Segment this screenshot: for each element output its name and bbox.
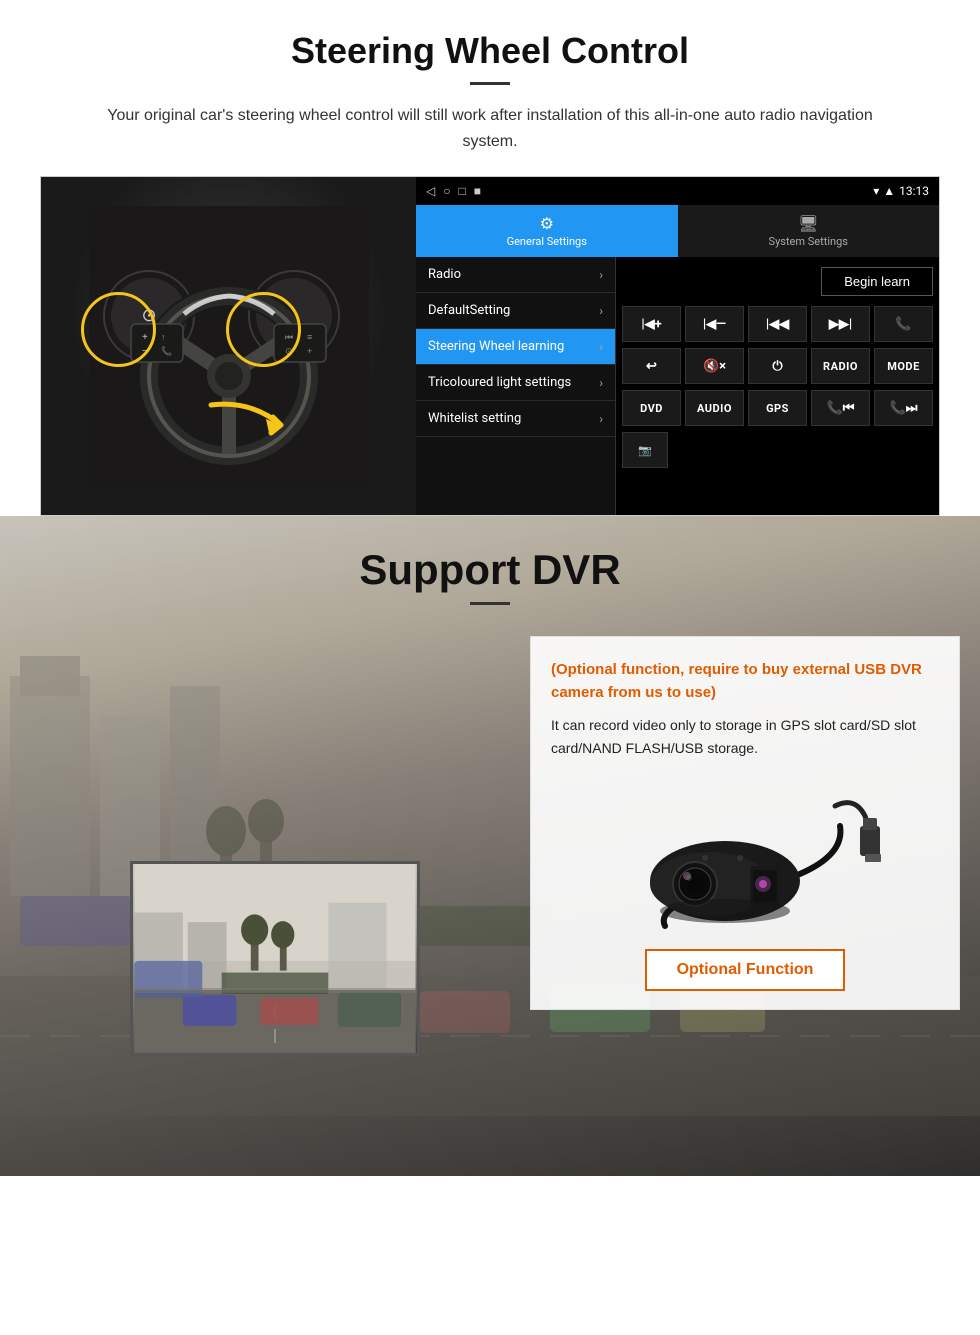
ctrl-prev[interactable]: |◀◀ [748, 306, 807, 342]
ctrl-phone[interactable]: 📞 [874, 306, 933, 342]
home-icon[interactable]: ○ [443, 184, 450, 198]
begin-learn-row: Begin learn [622, 263, 933, 300]
ctrl-power[interactable]: ⏻ [748, 348, 807, 384]
ctrl-next[interactable]: ▶▶| [811, 306, 870, 342]
menu-item-radio-label: Radio [428, 267, 461, 282]
menu-item-radio[interactable]: Radio › [416, 257, 615, 293]
menu-item-whitelist[interactable]: Whitelist setting › [416, 401, 615, 437]
content-area: Begin learn |◀+ |◀— |◀◀ ▶▶| 📞 ↩ 🔇× ⏻ [616, 257, 939, 515]
ctrl-radio[interactable]: RADIO [811, 348, 870, 384]
dvr-section: Support DVR (Optional function, require … [0, 516, 980, 1176]
highlight-circle-right [226, 292, 301, 367]
dvr-divider [470, 602, 510, 605]
dvr-preview-svg [133, 864, 417, 1053]
dvr-optional-button[interactable]: Optional Function [645, 949, 845, 991]
android-panel: ◁ ○ □ ■ ▾ ▲ 13:13 ⚙ General Settings [416, 177, 939, 515]
ctrl-mute[interactable]: 🔇× [685, 348, 744, 384]
dvr-camera-svg [595, 776, 895, 931]
arrow-yellow [201, 395, 301, 455]
steering-subtitle: Your original car's steering wheel contr… [80, 103, 900, 154]
svg-text:↑: ↑ [161, 332, 166, 342]
control-buttons-row2: ↩ 🔇× ⏻ RADIO MODE [622, 348, 933, 384]
dvr-description: It can record video only to storage in G… [551, 714, 939, 759]
control-buttons-row1: |◀+ |◀— |◀◀ ▶▶| 📞 [622, 306, 933, 342]
ctrl-vol-up[interactable]: |◀+ [622, 306, 681, 342]
steering-section: Steering Wheel Control Your original car… [0, 0, 980, 516]
ctrl-camera[interactable]: 📷 [622, 432, 668, 468]
wifi-icon: ▾ [873, 184, 879, 198]
tab-general[interactable]: ⚙ General Settings [416, 205, 678, 257]
steering-title: Steering Wheel Control [40, 30, 940, 72]
dvr-camera-image [551, 774, 939, 934]
status-time: 13:13 [899, 184, 929, 198]
ctrl-hangup[interactable]: ↩ [622, 348, 681, 384]
menu-item-tricoloured-label: Tricoloured light settings [428, 375, 571, 390]
menu-item-defaultsetting[interactable]: DefaultSetting › [416, 293, 615, 329]
back-icon[interactable]: ◁ [426, 184, 435, 198]
status-left: ◁ ○ □ ■ [426, 184, 481, 198]
svg-text:📞: 📞 [161, 345, 173, 356]
chevron-icon: › [599, 304, 603, 318]
dvr-background: Support DVR (Optional function, require … [0, 516, 980, 1176]
steering-photo: ⊙ ↑ + − ↑ 📞 [41, 177, 416, 515]
dvr-preview [130, 861, 420, 1056]
ctrl-phone-prev[interactable]: 📞⏮ [811, 390, 870, 426]
chevron-icon: › [599, 376, 603, 390]
signal-icon: ▲ [883, 184, 895, 198]
dvr-optional-text: (Optional function, require to buy exter… [551, 659, 939, 704]
chevron-icon: › [599, 340, 603, 354]
steering-screenshot: ⊙ ↑ + − ↑ 📞 [40, 176, 940, 516]
menu-item-whitelist-label: Whitelist setting [428, 411, 521, 426]
android-tabs: ⚙ General Settings 🖥 System Settings [416, 205, 939, 257]
dvr-title: Support DVR [0, 546, 980, 594]
control-buttons-row3: DVD AUDIO GPS 📞⏮ 📞⏭ [622, 390, 933, 426]
chevron-icon: › [599, 268, 603, 282]
ctrl-audio[interactable]: AUDIO [685, 390, 744, 426]
menu-item-tricoloured[interactable]: Tricoloured light settings › [416, 365, 615, 401]
menu-list: Radio › DefaultSetting › Steering Wheel … [416, 257, 616, 515]
system-icon: 🖥 [798, 214, 818, 233]
begin-learn-button[interactable]: Begin learn [821, 267, 933, 296]
recents-icon[interactable]: □ [458, 184, 465, 198]
extra-btn-row: 📷 [622, 432, 933, 468]
dvr-info-card: (Optional function, require to buy exter… [530, 636, 960, 1010]
title-divider [470, 82, 510, 85]
ctrl-phone-next[interactable]: 📞⏭ [874, 390, 933, 426]
status-right: ▾ ▲ 13:13 [873, 184, 929, 198]
ctrl-gps[interactable]: GPS [748, 390, 807, 426]
highlight-circle-left [81, 292, 156, 367]
tab-system-label: System Settings [769, 235, 848, 248]
menu-icon[interactable]: ■ [474, 184, 481, 198]
ctrl-vol-down[interactable]: |◀— [685, 306, 744, 342]
ctrl-dvd[interactable]: DVD [622, 390, 681, 426]
tab-system[interactable]: 🖥 System Settings [678, 205, 940, 257]
svg-text:≡: ≡ [307, 332, 312, 342]
menu-item-defaultsetting-label: DefaultSetting [428, 303, 510, 318]
dvr-title-bar: Support DVR [0, 516, 980, 620]
settings-icon: ⚙ [540, 214, 554, 233]
svg-text:+: + [307, 346, 312, 356]
android-statusbar: ◁ ○ □ ■ ▾ ▲ 13:13 [416, 177, 939, 205]
menu-item-steering[interactable]: Steering Wheel learning › [416, 329, 615, 365]
menu-area: Radio › DefaultSetting › Steering Wheel … [416, 257, 939, 515]
tab-general-label: General Settings [507, 235, 587, 248]
ctrl-mode[interactable]: MODE [874, 348, 933, 384]
menu-item-steering-label: Steering Wheel learning [428, 339, 564, 354]
chevron-icon: › [599, 412, 603, 426]
